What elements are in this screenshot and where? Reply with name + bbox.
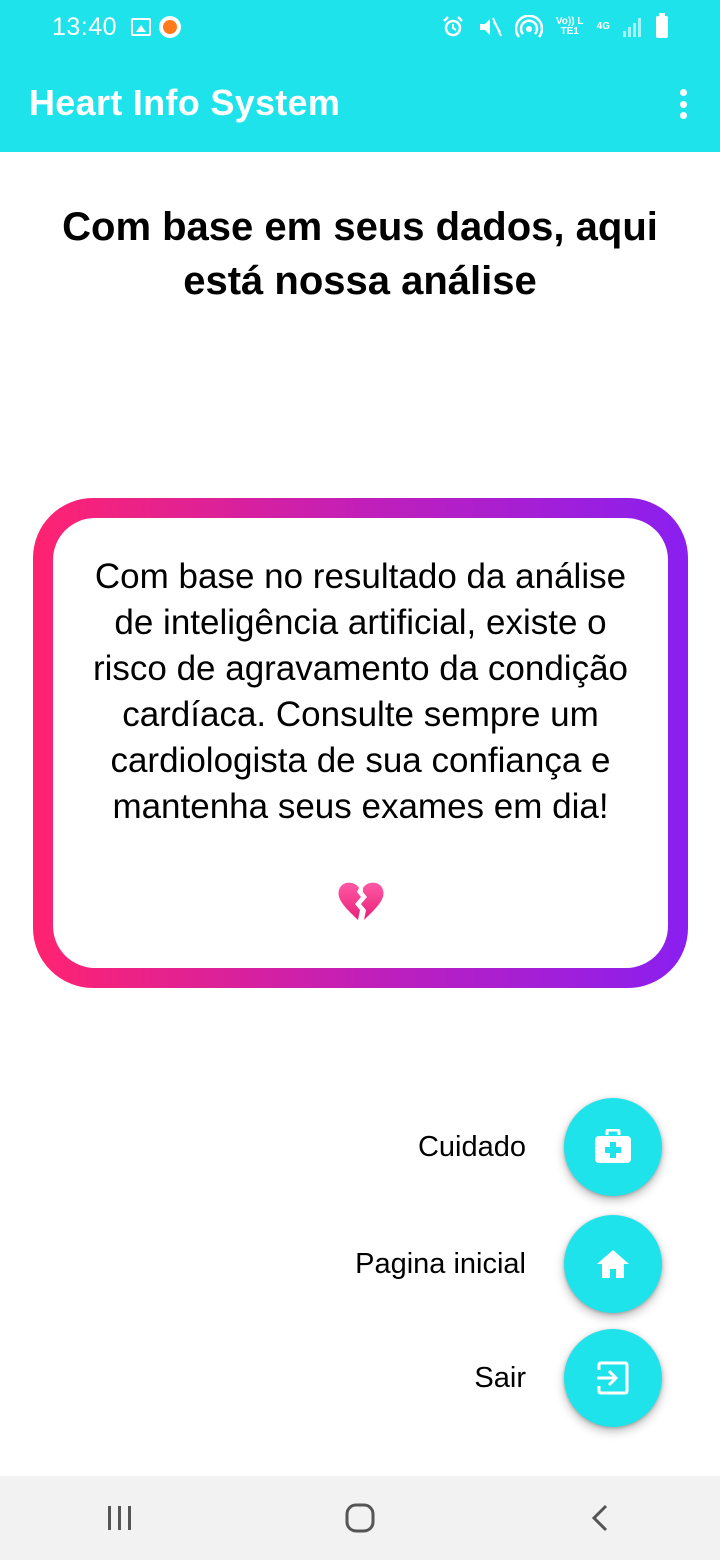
home-label[interactable]: Pagina inicial xyxy=(355,1248,526,1281)
care-button[interactable] xyxy=(564,1098,662,1196)
home-button[interactable] xyxy=(564,1215,662,1313)
volte-label: Vo)) LTE1 xyxy=(555,16,584,37)
page-headline: Com base em seus dados, aqui está nossa … xyxy=(62,205,658,303)
status-bar: 13:40 Vo)) LTE1 4G xyxy=(0,0,720,54)
exit-action[interactable]: Sair xyxy=(474,1329,662,1427)
system-nav-bar xyxy=(0,1476,720,1560)
signal-icon xyxy=(623,18,641,37)
volte-indicator: Vo)) LTE1 xyxy=(555,17,585,37)
alarm-icon xyxy=(442,16,463,37)
result-card-body: Com base no resultado da análise de inte… xyxy=(53,518,668,968)
overflow-menu-icon[interactable] xyxy=(676,89,690,119)
app-title: Heart Info System xyxy=(29,82,341,123)
recent-apps-button[interactable] xyxy=(80,1488,160,1548)
back-icon xyxy=(591,1504,608,1532)
image-icon xyxy=(131,18,152,36)
app-bar: Heart Info System xyxy=(0,54,720,152)
recent-apps-icon xyxy=(108,1506,131,1530)
broken-heart-icon xyxy=(338,882,383,920)
exit-label[interactable]: Sair xyxy=(474,1362,526,1395)
medical-kit-icon xyxy=(595,1129,631,1163)
result-card: Com base no resultado da análise de inte… xyxy=(33,498,688,988)
home-icon xyxy=(597,1250,629,1278)
status-system-icons: Vo)) LTE1 4G xyxy=(441,13,668,39)
mute-icon xyxy=(479,17,502,37)
status-time: 13:40 xyxy=(52,12,118,41)
care-action[interactable]: Cuidado xyxy=(418,1098,662,1196)
status-notification-icons xyxy=(131,16,182,38)
home-nav-button[interactable] xyxy=(320,1488,400,1548)
result-message: Com base no resultado da análise de inte… xyxy=(92,557,629,826)
hotspot-icon xyxy=(514,15,543,38)
notification-app-icon xyxy=(159,16,182,38)
battery-icon xyxy=(656,13,668,38)
exit-button[interactable] xyxy=(564,1329,662,1427)
back-button[interactable] xyxy=(560,1488,640,1548)
home-circle-icon xyxy=(345,1503,375,1533)
network-type-label: 4G xyxy=(596,21,610,32)
home-action[interactable]: Pagina inicial xyxy=(355,1215,662,1313)
care-label[interactable]: Cuidado xyxy=(418,1131,526,1164)
exit-icon xyxy=(597,1361,629,1395)
